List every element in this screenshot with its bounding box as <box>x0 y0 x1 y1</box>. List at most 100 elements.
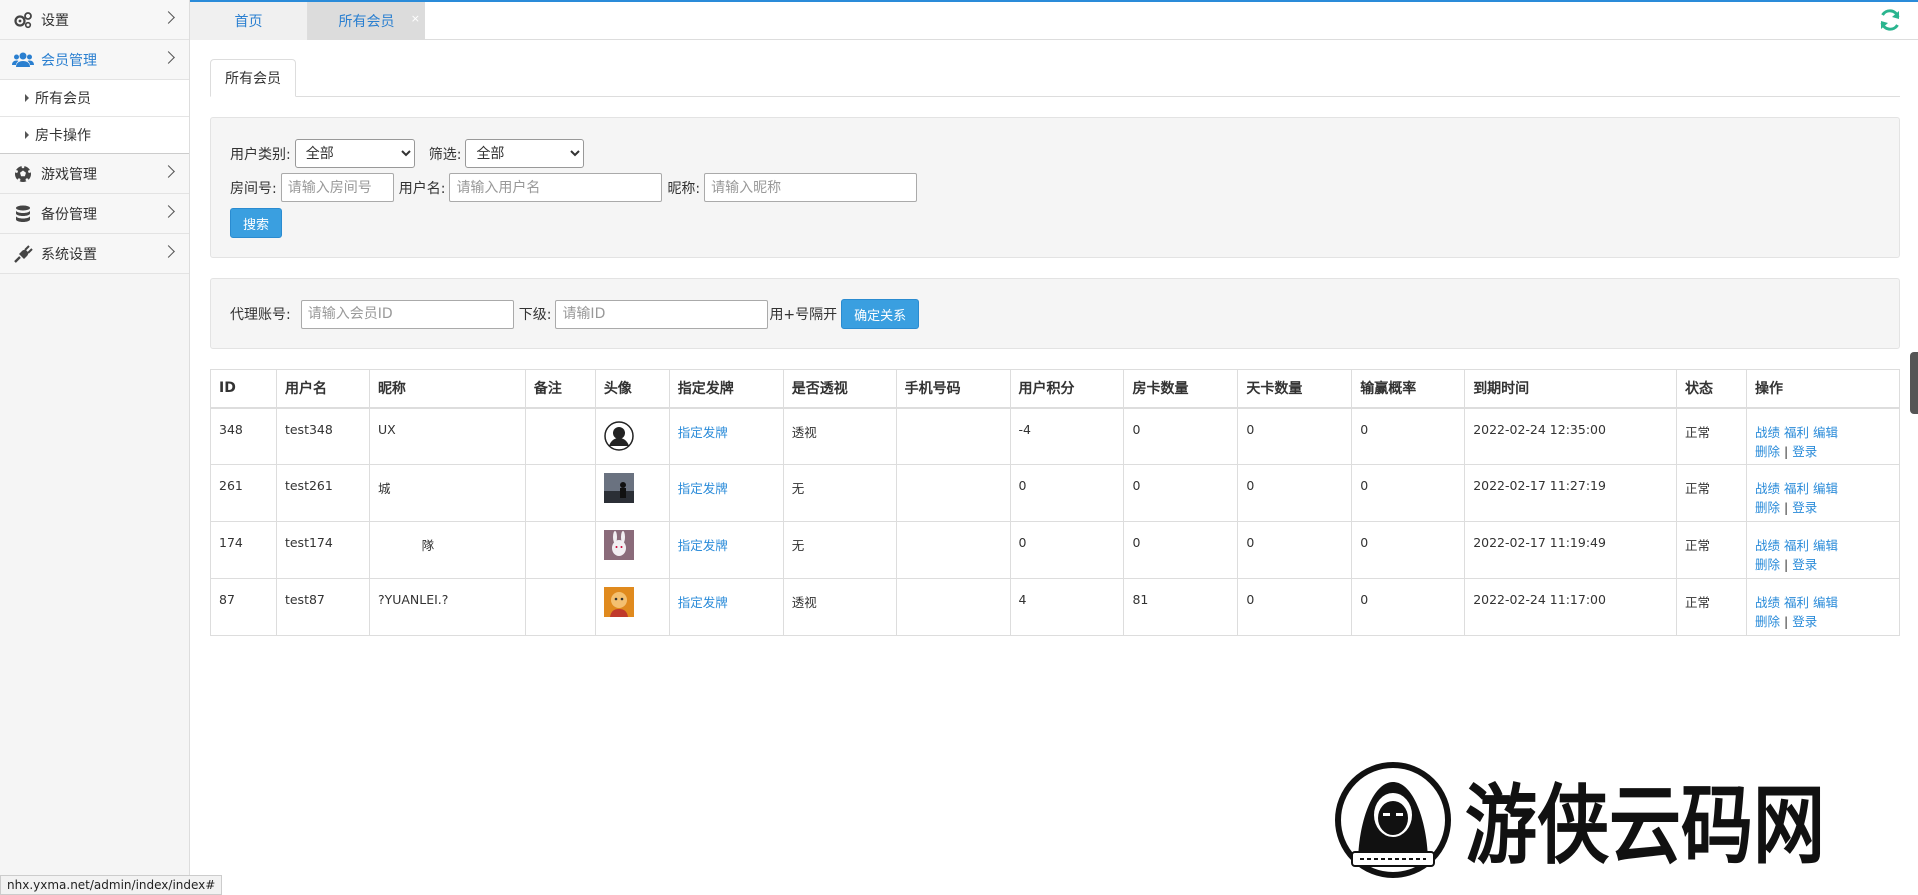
welfare-link[interactable]: 福利 <box>1784 595 1809 610</box>
cell-ops: 战绩 福利 编辑 删除 | 登录 <box>1746 464 1900 522</box>
edit-link[interactable]: 编辑 <box>1813 538 1838 553</box>
subordinate-input[interactable] <box>555 299 769 329</box>
avatar <box>603 473 634 503</box>
sidebar-subitem-room-card[interactable]: 房卡操作 <box>0 117 189 154</box>
col-header: 用户名 <box>275 369 370 409</box>
cell-note <box>524 521 596 579</box>
subordinate-label: 下级: <box>518 307 552 323</box>
cell-avatar <box>594 578 670 636</box>
cell-deal: 指定发牌 <box>668 521 784 579</box>
col-header: 输赢概率 <box>1351 369 1466 409</box>
chevron-right-icon <box>162 205 175 218</box>
record-link[interactable]: 战绩 <box>1755 595 1780 610</box>
cell-username: test348 <box>275 407 370 465</box>
login-link[interactable]: 登录 <box>1792 444 1817 459</box>
username-input[interactable] <box>449 173 663 202</box>
cell-nickname: 隊 <box>368 521 526 579</box>
delete-link[interactable]: 删除 <box>1755 557 1780 572</box>
cell-xray: 无 <box>782 464 897 522</box>
welfare-link[interactable]: 福利 <box>1784 425 1809 440</box>
user-type-select[interactable]: 全部 <box>294 139 415 168</box>
agent-row: 代理账号: 下级: 用+号隔开 确定关系 <box>230 299 920 329</box>
table-row: 261 test261 城 指定发牌 无 0 0 0 0 2022-02-17 … <box>210 464 1900 522</box>
separator-hint: 用+号隔开 <box>769 307 838 323</box>
welfare-link[interactable]: 福利 <box>1784 481 1809 496</box>
col-header: 头像 <box>594 369 670 409</box>
assign-deal-link[interactable]: 指定发牌 <box>678 481 728 496</box>
welfare-link[interactable]: 福利 <box>1784 538 1809 553</box>
table-header-row: ID 用户名 昵称 备注 头像 指定发牌 是否透视 手机号码 用户积分 房卡数量… <box>210 369 1900 409</box>
cell-status: 正常 <box>1676 521 1747 579</box>
cell-cards: 0 <box>1123 464 1239 522</box>
delete-link[interactable]: 删除 <box>1755 444 1780 459</box>
sidebar: 设置 会员管理 所有会员 房卡操作 游戏管理 备份管理 系统设置 <box>0 0 190 895</box>
cell-score: 0 <box>1009 464 1125 522</box>
refresh-icon[interactable] <box>1878 8 1902 32</box>
confirm-relation-button[interactable]: 确定关系 <box>841 299 920 329</box>
cell-avatar <box>594 464 670 522</box>
watermark-text: 游侠云码网 <box>1465 776 1825 876</box>
cell-nickname: ?YUANLEI.? <box>368 578 526 636</box>
tab-all-members[interactable]: 所有会员 × <box>308 2 425 40</box>
screen-select[interactable]: 全部 <box>465 139 585 168</box>
record-link[interactable]: 战绩 <box>1755 481 1780 496</box>
filter-row-3: 搜索 <box>230 208 283 238</box>
cell-win-rate: 0 <box>1351 578 1466 636</box>
caret-right-icon <box>25 131 29 139</box>
cell-day-cards: 0 <box>1237 578 1353 636</box>
table-row: 348 test348 UX 指定发牌 透视 -4 0 0 0 2022-02-… <box>210 407 1900 465</box>
ops-separator: | <box>1784 614 1789 629</box>
cell-note <box>524 407 596 465</box>
cell-win-rate: 0 <box>1351 521 1466 579</box>
chevron-right-icon <box>162 11 175 24</box>
search-button[interactable]: 搜索 <box>230 208 283 238</box>
avatar <box>603 587 634 617</box>
sidebar-item-settings[interactable]: 设置 <box>0 0 189 40</box>
edit-link[interactable]: 编辑 <box>1813 595 1838 610</box>
users-icon <box>12 49 34 71</box>
ops-separator: | <box>1784 500 1789 515</box>
sidebar-item-system[interactable]: 系统设置 <box>0 234 189 274</box>
sidebar-item-label: 设置 <box>41 12 69 29</box>
cell-status: 正常 <box>1676 464 1747 522</box>
room-input[interactable] <box>280 173 394 202</box>
chevron-right-icon <box>162 51 175 64</box>
agent-account-label: 代理账号: <box>230 307 291 323</box>
record-link[interactable]: 战绩 <box>1755 538 1780 553</box>
close-icon[interactable]: × <box>411 12 420 25</box>
gears-icon <box>12 9 34 31</box>
assign-deal-link[interactable]: 指定发牌 <box>678 595 728 610</box>
table-row: 87 test87 ?YUANLEI.? 指定发牌 透视 4 81 0 0 20… <box>210 578 1900 636</box>
edit-link[interactable]: 编辑 <box>1813 425 1838 440</box>
main-content: 所有会员 用户类别: 全部 筛选: 全部 房间号: 用户名: 昵称: 搜索 代理… <box>210 59 1900 636</box>
login-link[interactable]: 登录 <box>1792 500 1817 515</box>
page-tab-all-members[interactable]: 所有会员 <box>210 59 296 97</box>
cell-cards: 81 <box>1123 578 1239 636</box>
scroll-handle[interactable] <box>1910 352 1918 414</box>
delete-link[interactable]: 删除 <box>1755 614 1780 629</box>
cell-deal: 指定发牌 <box>668 407 784 465</box>
cell-ops: 战绩 福利 编辑 删除 | 登录 <box>1746 521 1900 579</box>
agent-account-input[interactable] <box>300 299 514 329</box>
tab-home[interactable]: 首页 <box>190 2 308 40</box>
login-link[interactable]: 登录 <box>1792 557 1817 572</box>
col-header: ID <box>210 369 277 409</box>
record-link[interactable]: 战绩 <box>1755 425 1780 440</box>
sidebar-item-backup[interactable]: 备份管理 <box>0 194 189 234</box>
cell-day-cards: 0 <box>1237 521 1353 579</box>
edit-link[interactable]: 编辑 <box>1813 481 1838 496</box>
cell-ops: 战绩 福利 编辑 删除 | 登录 <box>1746 407 1900 465</box>
assign-deal-link[interactable]: 指定发牌 <box>678 425 728 440</box>
delete-link[interactable]: 删除 <box>1755 500 1780 515</box>
assign-deal-link[interactable]: 指定发牌 <box>678 538 728 553</box>
login-link[interactable]: 登录 <box>1792 614 1817 629</box>
cell-status: 正常 <box>1676 407 1747 465</box>
sidebar-item-members[interactable]: 会员管理 <box>0 40 189 80</box>
sidebar-item-games[interactable]: 游戏管理 <box>0 154 189 194</box>
cell-username: test261 <box>275 464 370 522</box>
agent-panel: 代理账号: 下级: 用+号隔开 确定关系 <box>210 278 1900 349</box>
filter-row-2: 房间号: 用户名: 昵称: <box>230 173 918 202</box>
cell-score: 0 <box>1009 521 1125 579</box>
nickname-input[interactable] <box>704 173 918 202</box>
sidebar-subitem-all-members[interactable]: 所有会员 <box>0 80 189 117</box>
